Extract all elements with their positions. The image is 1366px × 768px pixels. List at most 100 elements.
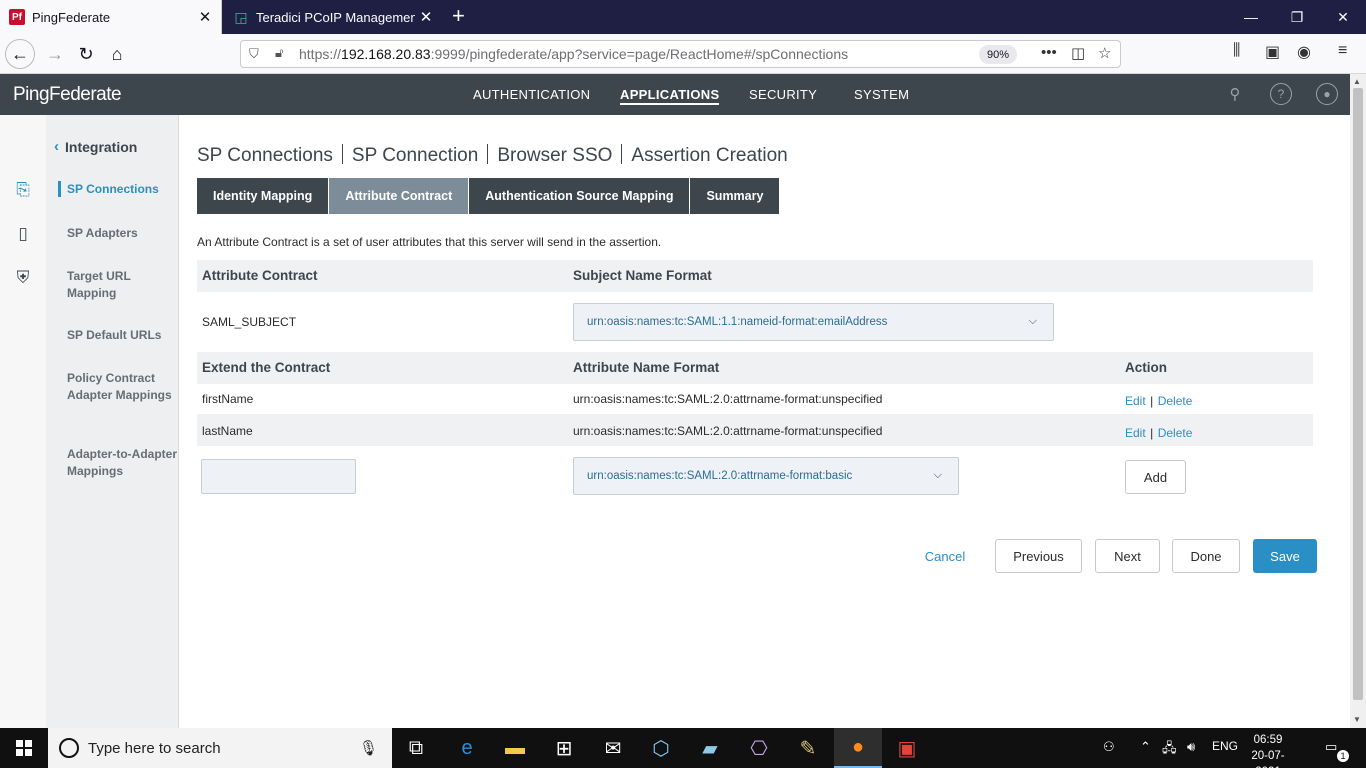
account-icon[interactable]: ◉ xyxy=(1297,42,1311,62)
row-actions: Edit | Delete xyxy=(1125,392,1192,410)
sidebar-item-target-url-mapping[interactable]: Target URL Mapping xyxy=(67,268,177,301)
action-center-icon[interactable]: ▭ xyxy=(1325,739,1337,755)
insecure-lock-icon[interactable]: 🔓︎ xyxy=(275,45,283,61)
breadcrumb-item: Assertion Creation xyxy=(631,145,788,166)
nav-system[interactable]: SYSTEM xyxy=(854,87,909,102)
sidebar-back-integration[interactable]: ‹ Integration xyxy=(54,138,137,155)
bookmark-star-icon[interactable]: ☆ xyxy=(1098,44,1111,62)
url-text[interactable]: https://192.168.20.83:9999/pingfederate/… xyxy=(299,46,848,62)
nav-security[interactable]: SECURITY xyxy=(749,87,817,102)
pingfederate-favicon-icon: Pf xyxy=(9,9,25,25)
start-button[interactable] xyxy=(0,728,48,768)
microphone-icon[interactable]: 🎙︎ xyxy=(359,739,378,757)
tab-identity-mapping[interactable]: Identity Mapping xyxy=(197,178,329,214)
zoom-level-badge[interactable]: 90% xyxy=(979,45,1017,64)
notes-app-icon[interactable]: ▰ xyxy=(686,728,734,768)
page-description: An Attribute Contract is a set of user a… xyxy=(197,235,662,249)
sidebar-item-adapter-to-adapter-mappings[interactable]: Adapter-to-Adapter Mappings xyxy=(67,446,177,479)
paint-app-icon[interactable]: ✎ xyxy=(784,728,832,768)
new-tab-icon[interactable]: + xyxy=(452,4,465,28)
home-icon[interactable]: ⌂ xyxy=(102,39,132,69)
subject-name-format-select[interactable]: urn:oasis:names:tc:SAML:1.1:nameid-forma… xyxy=(573,303,1054,341)
nav-applications[interactable]: APPLICATIONS xyxy=(620,87,720,105)
url-bar[interactable]: ⛉ 🔓︎ https://192.168.20.83:9999/pingfede… xyxy=(240,40,1121,68)
search-icon[interactable]: ⚲ xyxy=(1224,83,1246,105)
user-profile-icon[interactable]: ● xyxy=(1316,83,1338,105)
notification-count-badge: 1 xyxy=(1337,750,1349,762)
system-clock[interactable]: 06:59 20-07-2021 xyxy=(1244,732,1292,768)
tab-summary[interactable]: Summary xyxy=(690,178,780,214)
close-tab-icon[interactable]: ✕ xyxy=(194,8,216,26)
forward-arrow-icon[interactable]: → xyxy=(40,39,70,69)
network-icon[interactable]: 🖧︎ xyxy=(1162,739,1177,761)
column-header-action: Action xyxy=(1125,360,1167,375)
browser-tab-teradici[interactable]: ◲ Teradici PCoIP Management C ✕ xyxy=(224,0,442,34)
add-attribute-button[interactable]: Add xyxy=(1125,460,1186,494)
windows-logo-icon xyxy=(16,740,32,756)
back-arrow-icon[interactable]: ← xyxy=(5,39,35,69)
tab-authentication-source-mapping[interactable]: Authentication Source Mapping xyxy=(469,178,690,214)
network-tool-icon[interactable]: ⎔ xyxy=(735,728,783,768)
scroll-up-arrow-icon[interactable]: ▲ xyxy=(1353,77,1361,86)
done-button[interactable]: Done xyxy=(1172,539,1240,573)
language-indicator[interactable]: ENG xyxy=(1212,739,1238,753)
microsoft-store-icon[interactable]: ⊞ xyxy=(540,728,588,768)
subject-name-format-value: urn:oasis:names:tc:SAML:1.1:nameid-forma… xyxy=(587,316,888,328)
new-attribute-name-input[interactable] xyxy=(201,459,356,494)
delete-link[interactable]: Delete xyxy=(1158,426,1193,440)
library-icon[interactable]: ⫼ xyxy=(1233,42,1240,60)
breadcrumb-item: SP Connection xyxy=(351,145,479,166)
tab-attribute-contract[interactable]: Attribute Contract xyxy=(329,178,469,214)
new-attribute-name-format-select[interactable]: urn:oasis:names:tc:SAML:2.0:attrname-for… xyxy=(573,457,959,495)
sidebar-item-policy-contract-adapter-mappings[interactable]: Policy Contract Adapter Mappings xyxy=(67,370,177,403)
nav-authentication[interactable]: AUTHENTICATION xyxy=(473,87,590,102)
minimize-icon[interactable]: — xyxy=(1228,0,1274,34)
icon-rail: ⎘ ▯ ⛨ xyxy=(0,115,46,728)
sp-connections-rail-icon[interactable]: ⎘ xyxy=(12,179,34,201)
row-actions: Edit | Delete xyxy=(1125,424,1192,442)
delete-link[interactable]: Delete xyxy=(1158,394,1193,408)
volume-icon[interactable]: 🔊︎ xyxy=(1187,739,1195,755)
mail-icon[interactable]: ✉ xyxy=(589,728,637,768)
firefox-icon[interactable]: ● xyxy=(834,728,882,768)
help-icon[interactable]: ? xyxy=(1270,83,1292,105)
extend-header-row: Extend the Contract Attribute Name Forma… xyxy=(197,352,1313,384)
tracking-shield-icon[interactable]: ⛉ xyxy=(249,46,259,62)
menu-icon[interactable]: ≡ xyxy=(1338,42,1347,60)
sidebar-toggle-icon[interactable]: ▣ xyxy=(1265,42,1280,62)
sidebar-section-title: Integration xyxy=(65,138,138,155)
scroll-down-arrow-icon[interactable]: ▼ xyxy=(1353,715,1361,724)
next-button[interactable]: Next xyxy=(1095,539,1160,573)
file-explorer-icon[interactable]: ▬ xyxy=(491,728,539,768)
sidebar-item-sp-default-urls[interactable]: SP Default URLs xyxy=(67,327,177,344)
red-app-icon[interactable]: ▣ xyxy=(883,728,931,768)
pingfederate-logo: PingFederate xyxy=(13,84,122,105)
restore-icon[interactable]: ❐ xyxy=(1274,0,1320,34)
people-icon[interactable]: ⚇ xyxy=(1103,739,1115,755)
page-actions-icon[interactable]: ••• xyxy=(1041,44,1057,61)
virtualbox-icon[interactable]: ⬡ xyxy=(637,728,685,768)
sidebar-item-sp-connections[interactable]: SP Connections xyxy=(58,181,177,198)
save-button[interactable]: Save xyxy=(1253,539,1317,573)
edit-link[interactable]: Edit xyxy=(1125,426,1146,440)
reload-icon[interactable]: ↻ xyxy=(71,39,101,69)
close-window-icon[interactable]: ✕ xyxy=(1320,0,1366,34)
task-view-icon[interactable]: ⧉ xyxy=(392,728,440,768)
pocket-icon[interactable]: ◫ xyxy=(1071,44,1085,62)
taskbar-search-box[interactable]: Type here to search 🎙︎ xyxy=(48,728,392,768)
wizard-tabs: Identity Mapping Attribute Contract Auth… xyxy=(197,178,780,214)
previous-button[interactable]: Previous xyxy=(995,539,1082,573)
edit-link[interactable]: Edit xyxy=(1125,394,1146,408)
browser-tab-pingfederate[interactable]: Pf PingFederate ✕ xyxy=(0,0,222,34)
page-scrollbar[interactable]: ▲ ▼ xyxy=(1350,74,1366,728)
edge-browser-icon[interactable]: e xyxy=(443,728,491,768)
sp-adapters-rail-icon[interactable]: ▯ xyxy=(12,223,34,245)
shield-rail-icon[interactable]: ⛨ xyxy=(12,267,34,289)
show-hidden-icons-icon[interactable]: ⌃ xyxy=(1140,739,1151,755)
sidebar-item-sp-adapters[interactable]: SP Adapters xyxy=(67,225,177,242)
cancel-button[interactable]: Cancel xyxy=(915,539,975,573)
breadcrumb-item: Browser SSO xyxy=(497,145,613,166)
new-attribute-name-format-value: urn:oasis:names:tc:SAML:2.0:attrname-for… xyxy=(587,470,853,482)
close-tab-icon[interactable]: ✕ xyxy=(415,8,437,26)
scrollbar-thumb[interactable] xyxy=(1353,88,1363,700)
